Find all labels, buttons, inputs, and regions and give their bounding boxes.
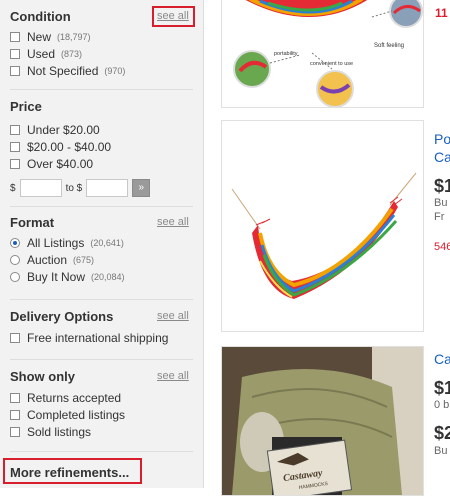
show-only-title: Show only (10, 369, 75, 384)
checkbox[interactable] (10, 410, 20, 420)
checkbox[interactable] (10, 333, 20, 343)
condition-option-not-specified[interactable]: Not Specified (970) (10, 63, 125, 79)
option-label: Auction (27, 253, 68, 267)
delivery-option-free-international[interactable]: Free international shipping (10, 330, 168, 346)
listing-image-3[interactable]: Castaway HAMMOCKS (222, 347, 423, 500)
listing-card-3[interactable]: Castaway HAMMOCKS (221, 346, 424, 500)
divider (10, 359, 193, 360)
more-refinements-link[interactable]: More refinements... (10, 465, 129, 480)
option-label: Free international shipping (27, 331, 169, 345)
option-label: Buy It Now (27, 270, 86, 284)
listing-card-2[interactable] (221, 120, 424, 332)
option-label: Not Specified (27, 64, 99, 78)
listing-3-price-partial-2: $2 (434, 423, 450, 443)
filter-sidebar: Condition see all New (18,797) Used (873… (0, 0, 204, 488)
show-only-option-sold[interactable]: Sold listings (10, 424, 91, 440)
price-option-under-20[interactable]: Under $20.00 (10, 122, 100, 138)
option-label: Returns accepted (27, 391, 122, 405)
max-price-input[interactable] (86, 179, 129, 197)
price-option-over-40[interactable]: Over $40.00 (10, 156, 93, 172)
label-portability: portability (274, 51, 298, 57)
format-see-all-link[interactable]: see all (157, 216, 189, 228)
price-go-button[interactable]: » (132, 179, 151, 197)
label-convenient: convenient to use (310, 61, 353, 67)
divider (10, 451, 193, 452)
listing-image-2[interactable] (222, 121, 423, 331)
format-title: Format (10, 215, 55, 230)
radio-button[interactable] (10, 238, 20, 248)
radio-button[interactable] (10, 255, 20, 265)
option-count: (20,084) (91, 272, 125, 282)
option-count: (20,641) (90, 238, 124, 248)
divider (10, 89, 193, 90)
condition-title: Condition (10, 9, 71, 24)
checkbox[interactable] (10, 32, 20, 42)
listing-3-price-partial-1: $1 (434, 378, 450, 398)
listing-2-title-partial-2[interactable]: Ca (434, 149, 450, 165)
show-only-see-all-link[interactable]: see all (157, 370, 189, 382)
listing-2-red-partial: 546 (434, 241, 450, 253)
listing-3-sub-partial-1: 0 b (434, 399, 450, 411)
option-label: Sold listings (27, 425, 92, 439)
condition-see-all-link[interactable]: see all (157, 10, 189, 22)
format-option-auction[interactable]: Auction (675) (10, 252, 94, 268)
option-label: New (27, 30, 52, 44)
option-label: $20.00 - $40.00 (27, 140, 112, 154)
label-soft-feeling: Soft feeling (374, 43, 404, 49)
option-label: Over $40.00 (27, 157, 94, 171)
checkbox[interactable] (10, 49, 20, 59)
format-option-buy-it-now[interactable]: Buy It Now (20,084) (10, 269, 125, 285)
listing-2-sub2-partial: Fr (434, 211, 445, 223)
checkbox[interactable] (10, 427, 20, 437)
listing-1-partial-text: 11 - (435, 6, 450, 20)
listing-card-1[interactable]: portability Soft feeling convenient to u… (221, 0, 424, 108)
checkbox[interactable] (10, 393, 20, 403)
to-label: to $ (65, 182, 83, 194)
option-label: Used (27, 47, 56, 61)
price-title: Price (10, 99, 42, 114)
price-option-20-40[interactable]: $20.00 - $40.00 (10, 139, 111, 155)
listing-3-title-partial[interactable]: Ca (434, 351, 450, 367)
show-only-option-returns[interactable]: Returns accepted (10, 390, 121, 406)
checkbox[interactable] (10, 159, 20, 169)
divider (10, 206, 193, 207)
delivery-title: Delivery Options (10, 309, 114, 324)
listing-2-title-partial-1[interactable]: Po (434, 131, 450, 147)
listing-image-1[interactable]: portability Soft feeling convenient to u… (222, 0, 423, 108)
option-label: Under $20.00 (27, 123, 100, 137)
currency-label: $ (10, 182, 16, 194)
price-range: $ to $ » (10, 178, 151, 198)
delivery-see-all-link[interactable]: see all (157, 310, 189, 322)
option-label: All Listings (27, 236, 85, 250)
option-label: Completed listings (27, 408, 126, 422)
option-count: (675) (73, 255, 95, 265)
show-only-option-completed[interactable]: Completed listings (10, 407, 125, 423)
format-option-all-listings[interactable]: All Listings (20,641) (10, 235, 124, 251)
checkbox[interactable] (10, 142, 20, 152)
listing-2-sub-partial: Bu (434, 197, 448, 209)
min-price-input[interactable] (19, 179, 62, 197)
option-count: (873) (61, 49, 83, 59)
condition-option-used[interactable]: Used (873) (10, 46, 82, 62)
listing-2-price-partial: $1 (434, 176, 450, 196)
condition-option-new[interactable]: New (18,797) (10, 29, 91, 45)
option-count: (18,797) (57, 32, 91, 42)
option-count: (970) (104, 66, 126, 76)
divider (10, 299, 193, 300)
checkbox[interactable] (10, 125, 20, 135)
radio-button[interactable] (10, 272, 20, 282)
listing-3-sub-partial-2: Bu (434, 445, 448, 457)
checkbox[interactable] (10, 66, 20, 76)
